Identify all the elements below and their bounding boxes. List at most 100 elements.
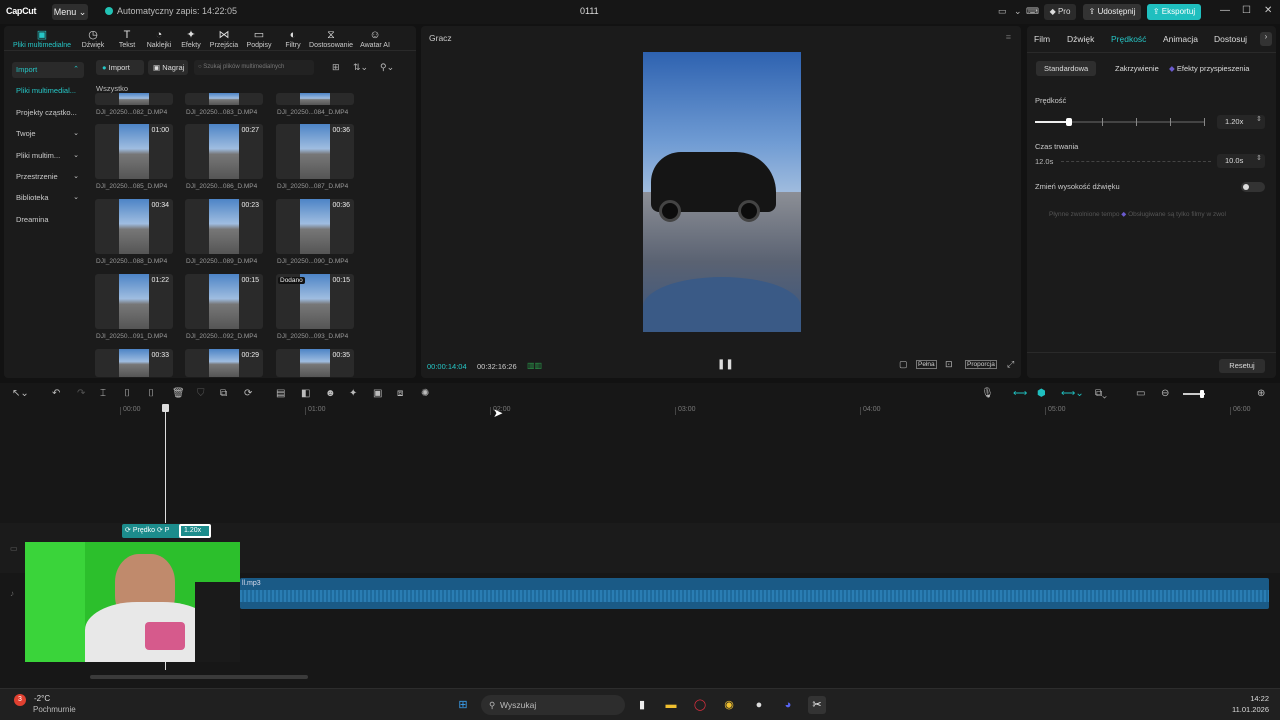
trim-right-icon[interactable]: ⌷ [148,388,154,399]
sidebar-item[interactable]: Dreamina [12,212,84,228]
media-thumbnail[interactable]: 01:00 [95,124,173,179]
capcut-icon[interactable]: ✂ [808,696,826,714]
fit-icon[interactable]: ⊡ [945,359,953,370]
person-icon[interactable]: ☻ [325,388,336,399]
stepper-icon[interactable]: ⇕ [1256,154,1262,162]
zoom-out-icon[interactable]: ⊖ [1161,388,1169,399]
media-thumbnail[interactable]: 00:35 [276,349,354,377]
inspector-tab[interactable]: Dźwięk [1067,34,1094,44]
tab-effects[interactable]: ✦ Efekty [174,28,208,49]
redo-icon[interactable]: ↷ [77,388,85,399]
export-frame-icon[interactable]: ⧈ [397,388,403,399]
obs-icon[interactable]: ● [750,696,768,714]
microphone-icon[interactable]: 🎙 [981,388,994,399]
sidebar-item[interactable]: Twoje ⌄ [12,126,84,142]
export-button[interactable]: ⇪ Eksportuj [1147,4,1201,20]
ratio-button[interactable]: Proporcja [965,360,997,369]
shortcut-icon[interactable]: ⌨ [1026,6,1039,17]
select-tool-icon[interactable]: ↖⌄ [12,388,29,399]
selected-clip[interactable]: 1.20x [179,524,211,538]
opera-icon[interactable]: ◯ [691,696,709,714]
media-thumbnail[interactable]: 00:15 Dodano [276,274,354,329]
full-quality-button[interactable]: Pełna [916,360,937,369]
maximize-icon[interactable]: ☐ [1242,5,1251,16]
menu-button[interactable]: Menu ⌄ [52,4,88,20]
inspector-tab[interactable]: Film [1034,34,1050,44]
discord-icon[interactable]: ◕ [779,696,797,714]
speed-icon[interactable]: ⟳ [244,388,252,399]
sidebar-item[interactable]: Pliki multimedial... [12,83,84,99]
magic-icon[interactable]: ✦ [349,388,357,399]
tab-media[interactable]: ▣ Pliki multimedialne [8,28,76,49]
zoom-slider[interactable] [1183,390,1205,398]
media-thumbnail[interactable]: 00:34 [95,199,173,254]
close-icon[interactable]: ✕ [1264,5,1272,16]
pro-button[interactable]: ◆ Pro [1044,4,1076,20]
playhead-handle[interactable] [162,404,169,412]
tab-filters[interactable]: ◐ Filtry [276,28,310,49]
speed-slider[interactable] [1035,118,1205,126]
tab-audio[interactable]: ◷ Dźwięk [76,28,110,49]
sidebar-item[interactable]: Import ⌃ [12,62,84,78]
minimize-icon[interactable]: — [1220,5,1230,16]
magnet-icon[interactable]: ⬢ [1037,388,1046,399]
tab-avatar[interactable]: ☺ Awatar AI [354,28,396,49]
undo-icon[interactable]: ↶ [52,388,60,399]
timeline-scrollbar[interactable] [90,675,308,679]
media-thumbnail[interactable]: 00:29 [185,349,263,377]
tab-adjust[interactable]: ⧖ Dostosowanie [308,28,354,49]
media-thumbnail[interactable]: 00:27 [185,124,263,179]
audio-clip[interactable]: ll.mp3 [240,578,1269,609]
video-preview[interactable] [643,52,801,332]
stepper-icon[interactable]: ⇕ [1256,115,1262,123]
grid-view-icon[interactable]: ⊞ [332,62,340,73]
snapshot-icon[interactable]: ▢ [899,359,908,370]
layout-icon[interactable]: ▭ [998,6,1007,17]
media-thumbnail[interactable] [95,93,173,105]
windows-start-icon[interactable]: ⊞ [454,696,472,714]
inspector-tab[interactable]: Dostosuj [1214,34,1247,44]
chrome-icon[interactable]: ◉ [720,696,738,714]
taskbar-search[interactable]: ⚲ Wyszukaj [481,695,625,715]
task-view-icon[interactable]: ▮ [633,696,651,714]
trim-left-icon[interactable]: ⌷ [124,388,130,399]
speed-subtab[interactable]: Zakrzywienie [1107,61,1167,76]
media-thumbnail[interactable]: 00:33 [95,349,173,377]
tab-captions[interactable]: ▭ Podpisy [242,28,276,49]
tab-text[interactable]: T Tekst [110,28,144,49]
speed-slider-knob[interactable] [1066,118,1072,126]
snap-icon[interactable]: ⟷⌄ [1061,388,1084,399]
link-icon[interactable]: ⟷ [1013,388,1027,399]
media-thumbnail[interactable]: 00:36 [276,199,354,254]
media-thumbnail[interactable] [276,93,354,105]
media-thumbnail[interactable]: 01:22 [95,274,173,329]
chevron-down-icon[interactable]: ⌄ [1014,6,1022,17]
freeze-icon[interactable]: ▤ [276,388,285,399]
filter-icon[interactable]: ⚲⌄ [380,62,394,73]
zoom-slider-knob[interactable] [1200,390,1204,398]
shield-icon[interactable]: ⛉ [197,388,205,399]
captions-tool-icon[interactable]: ▣ [373,388,382,399]
media-search-input[interactable]: ○ Szukaj plików multimedialnych [194,60,314,75]
sidebar-item[interactable]: Przestrzenie ⌄ [12,169,84,185]
zoom-in-icon[interactable]: ⊕ [1257,388,1265,399]
sidebar-item[interactable]: Biblioteka ⌄ [12,190,84,206]
reverse-icon[interactable]: ◧ [301,388,310,399]
weather-label[interactable]: Pochmurnie [33,705,76,714]
fullscreen-icon[interactable]: ⤢ [1007,359,1014,370]
media-thumbnail[interactable] [185,93,263,105]
inspector-tab[interactable]: Prędkość [1111,34,1146,44]
inspector-tab[interactable]: Animacja [1163,34,1198,44]
sidebar-item[interactable]: Pliki multim... ⌄ [12,148,84,164]
sort-icon[interactable]: ⇅⌄ [353,62,368,73]
preview-axis-icon[interactable]: ⧉⌄ [1095,388,1107,399]
player-menu-icon[interactable]: ≡ [1006,32,1011,42]
pitch-toggle[interactable] [1241,182,1265,192]
share-button[interactable]: ⇪ Udostępnij [1083,4,1141,20]
reset-button[interactable]: Resetuj [1219,359,1265,373]
caption-icon[interactable]: ▭ [1136,388,1145,399]
chevron-right-icon[interactable]: › [1260,32,1272,46]
tab-sticker[interactable]: ◔ Naklejki [142,28,176,49]
split-icon[interactable]: ⌶ [100,388,106,399]
tab-transitions[interactable]: ⋈ Przejścia [207,28,241,49]
